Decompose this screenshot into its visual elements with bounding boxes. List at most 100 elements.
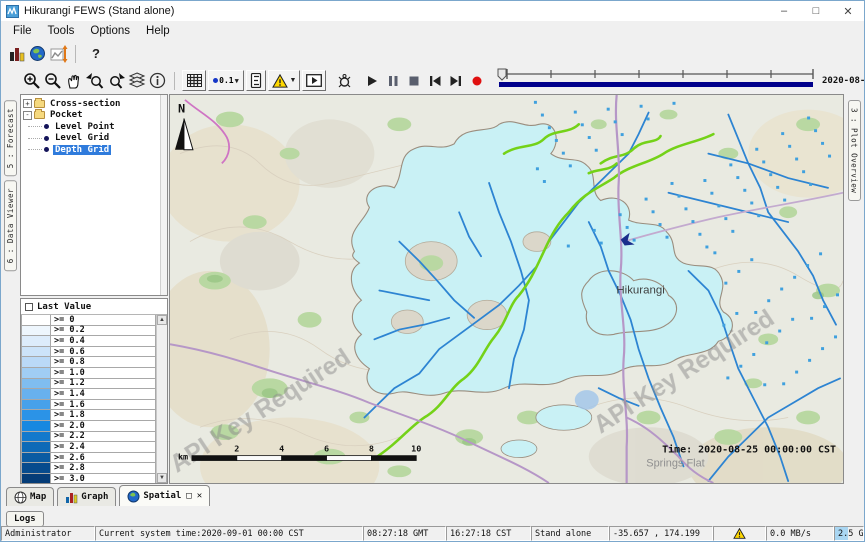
svg-text:2: 2 [234, 444, 239, 454]
status-system-time: Current system time:2020-09-01 00:00 CST [95, 526, 363, 541]
svg-text:6: 6 [324, 444, 329, 454]
tree-item-label[interactable]: Cross-section [48, 99, 122, 109]
tab-close-icon[interactable]: ✕ [197, 491, 202, 501]
threshold-dot-icon [213, 78, 218, 83]
zoom-out-icon[interactable] [42, 70, 63, 91]
legend-scrollbar[interactable]: ▲ ▼ [156, 315, 167, 483]
menu-tools[interactable]: Tools [40, 24, 83, 38]
tab-forecast[interactable]: 5 : Forecast [4, 100, 17, 176]
status-gmt-time: 08:27:18 GMT [363, 526, 446, 541]
pan-hand-icon[interactable] [63, 70, 84, 91]
layers-icon[interactable] [126, 70, 147, 91]
zoom-in-icon[interactable] [21, 70, 42, 91]
longitudinal-profile-button[interactable] [246, 70, 266, 91]
bottom-tab-bar: Map Graph Spatial □ ✕ [1, 484, 864, 506]
legend-panel: Last Value >= 0>= 0.2>= 0.4>= 0.6>= 0.8>… [20, 298, 168, 484]
tab-graph[interactable]: Graph [57, 487, 116, 506]
toolbar-separator [174, 72, 175, 90]
app-icon [6, 5, 19, 18]
profile-display-icon[interactable] [48, 43, 69, 64]
last-value-checkbox[interactable] [25, 303, 33, 311]
stop-button[interactable] [403, 70, 424, 91]
map-time-label: Time: 2020-08-25 00:00:00 CST [662, 444, 836, 456]
tree-item-depth-grid[interactable]: Depth Grid [23, 144, 167, 156]
layer-bullet-icon [44, 147, 49, 152]
status-warning[interactable] [713, 526, 766, 541]
tree-item-pocket[interactable]: - Pocket [23, 110, 167, 122]
current-time-label: 2020-08-25 00:00:00 CST [822, 76, 865, 86]
tree-item-level-grid[interactable]: Level Grid [23, 133, 167, 145]
svg-text:km: km [178, 452, 188, 462]
scroll-up-icon[interactable]: ▲ [157, 315, 167, 325]
zoom-next-icon[interactable] [105, 70, 126, 91]
globe-grid-icon [14, 491, 27, 504]
tab-data-viewer[interactable]: 6 : Data Viewer [4, 180, 17, 271]
layer-bullet-icon [44, 136, 49, 141]
info-icon[interactable] [147, 70, 168, 91]
menu-options[interactable]: Options [82, 24, 138, 38]
maximize-button[interactable]: □ [800, 1, 832, 21]
folder-icon [34, 100, 45, 108]
zoom-previous-icon[interactable] [84, 70, 105, 91]
menu-help[interactable]: Help [138, 24, 178, 38]
contour-threshold-dropdown[interactable]: 0.1 ▼ [208, 70, 244, 91]
scroll-down-icon[interactable]: ▼ [157, 473, 167, 483]
skip-to-start-button[interactable] [424, 70, 445, 91]
menu-file[interactable]: File [5, 24, 40, 38]
pause-button[interactable] [382, 70, 403, 91]
svg-text:N: N [178, 102, 185, 116]
logs-button[interactable]: Logs [6, 511, 44, 527]
tree-item-cross-section[interactable]: + Cross-section [23, 98, 167, 110]
svg-text:4: 4 [279, 444, 284, 454]
tree-item-label[interactable]: Pocket [48, 110, 85, 120]
close-button[interactable]: ✕ [832, 1, 864, 21]
tree-connector [28, 138, 42, 139]
logs-row: Logs [1, 506, 864, 526]
tab-label: Graph [81, 492, 108, 502]
globe-icon [127, 490, 140, 503]
tree-scrollbar[interactable] [160, 95, 167, 295]
chevron-down-icon: ▼ [290, 77, 297, 84]
svg-text:10: 10 [411, 444, 421, 454]
app-window: Hikurangi FEWS (Stand alone) – □ ✕ File … [0, 0, 865, 542]
tab-label: Spatial [143, 491, 181, 501]
status-memory: 2.5 GB [834, 526, 864, 541]
town-label: Hikurangi [616, 284, 664, 296]
help-button[interactable]: ? [92, 46, 100, 61]
tab-spatial[interactable]: Spatial □ ✕ [119, 485, 210, 506]
right-tab-strip: 3 : Plot Overview [844, 94, 864, 484]
expand-icon[interactable]: + [23, 99, 32, 108]
tab-maximize-icon[interactable]: □ [186, 491, 191, 501]
status-local-time: 16:27:18 CST [446, 526, 531, 541]
threshold-value: 0.1 [219, 76, 233, 85]
spatial-map[interactable]: API Key Required API Key Required N km [169, 94, 844, 484]
tab-map[interactable]: Map [6, 487, 54, 506]
map-display-icon[interactable] [27, 43, 48, 64]
skip-to-end-button[interactable] [445, 70, 466, 91]
legend-row[interactable]: >= 3.0 [21, 474, 156, 483]
toolbar-separator [75, 45, 76, 63]
tree-item-label[interactable]: Level Point [53, 122, 117, 132]
warning-threshold-dropdown[interactable]: ▼ [268, 70, 300, 91]
svg-text:8: 8 [369, 444, 374, 454]
explorer-icon[interactable] [6, 43, 27, 64]
play-button[interactable] [361, 70, 382, 91]
tree-connector [28, 149, 42, 150]
minimize-button[interactable]: – [768, 1, 800, 21]
tab-plot-overview[interactable]: 3 : Plot Overview [848, 100, 861, 201]
measure-tool-icon[interactable] [334, 70, 355, 91]
tree-item-label[interactable]: Level Grid [53, 133, 111, 143]
window-title: Hikurangi FEWS (Stand alone) [24, 5, 174, 17]
grid-display-button[interactable] [182, 70, 206, 91]
layers-panel: + Cross-section - Pocket Level Point [19, 94, 169, 484]
layer-bullet-icon [44, 124, 49, 129]
collapse-icon[interactable]: - [23, 111, 32, 120]
tree-item-label-selected[interactable]: Depth Grid [53, 145, 111, 155]
tree-item-level-point[interactable]: Level Point [23, 121, 167, 133]
animation-dialog-button[interactable] [302, 70, 326, 91]
title-bar: Hikurangi FEWS (Stand alone) – □ ✕ [1, 1, 864, 21]
time-slider[interactable] [495, 67, 817, 94]
record-movie-button[interactable] [466, 70, 487, 91]
warning-icon [733, 528, 746, 539]
menu-bar: File Tools Options Help [1, 21, 864, 40]
